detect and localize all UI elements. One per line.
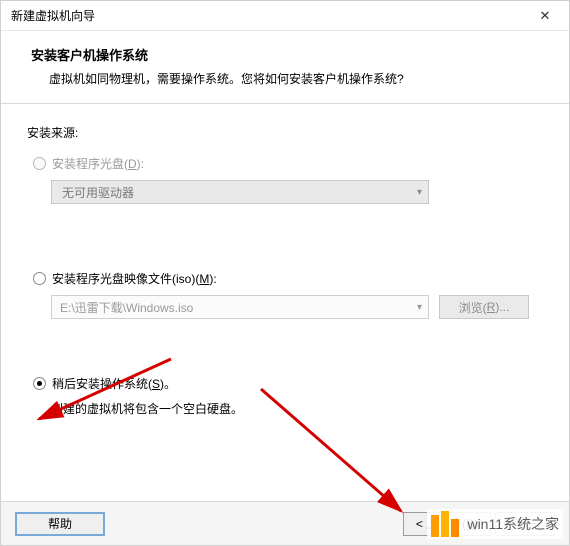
wizard-body: 安装来源: 安装程序光盘(D): 无可用驱动器 ▾ 安装程序光盘映像文件(iso… bbox=[1, 104, 569, 453]
help-button[interactable]: 帮助 bbox=[15, 512, 105, 536]
option-later: 稍后安装操作系统(S)。 创建的虚拟机将包含一个空白硬盘。 bbox=[27, 375, 543, 417]
wizard-dialog: 新建虚拟机向导 ✕ 安装客户机操作系统 虚拟机如同物理机，需要操作系统。您将如何… bbox=[0, 0, 570, 546]
radio-later[interactable]: 稍后安装操作系统(S)。 bbox=[33, 375, 543, 392]
drive-combo-text: 无可用驱动器 bbox=[62, 184, 134, 201]
window-title: 新建虚拟机向导 bbox=[11, 7, 95, 24]
option-disc: 安装程序光盘(D): 无可用驱动器 ▾ bbox=[27, 155, 543, 204]
close-icon: ✕ bbox=[540, 8, 551, 24]
page-subtitle: 虚拟机如同物理机，需要操作系统。您将如何安装客户机操作系统? bbox=[31, 70, 545, 87]
radio-disc-label: 安装程序光盘(D): bbox=[52, 155, 144, 172]
install-source-label: 安装来源: bbox=[27, 124, 543, 141]
option-iso: 安装程序光盘映像文件(iso)(M): E:\迅雷下载\Windows.iso … bbox=[27, 270, 543, 319]
radio-icon bbox=[33, 157, 46, 170]
later-hint: 创建的虚拟机将包含一个空白硬盘。 bbox=[51, 400, 543, 417]
watermark: win11系统之家 bbox=[427, 509, 563, 539]
watermark-text: win11系统之家 bbox=[467, 514, 559, 534]
titlebar: 新建虚拟机向导 ✕ bbox=[1, 1, 569, 31]
radio-later-label: 稍后安装操作系统(S)。 bbox=[52, 375, 176, 392]
radio-disc[interactable]: 安装程序光盘(D): bbox=[33, 155, 543, 172]
page-title: 安装客户机操作系统 bbox=[31, 45, 545, 64]
iso-path-row: E:\迅雷下载\Windows.iso ▾ 浏览(R)... bbox=[51, 295, 543, 319]
radio-icon bbox=[33, 377, 46, 390]
watermark-logo-icon bbox=[431, 511, 459, 537]
chevron-down-icon: ▾ bbox=[417, 187, 422, 198]
chevron-down-icon: ▾ bbox=[417, 302, 422, 313]
wizard-header: 安装客户机操作系统 虚拟机如同物理机，需要操作系统。您将如何安装客户机操作系统? bbox=[1, 31, 569, 104]
radio-iso-label: 安装程序光盘映像文件(iso)(M): bbox=[52, 270, 217, 287]
radio-icon bbox=[33, 272, 46, 285]
iso-path-value: E:\迅雷下载\Windows.iso bbox=[60, 299, 193, 316]
drive-combo[interactable]: 无可用驱动器 ▾ bbox=[51, 180, 429, 204]
radio-iso[interactable]: 安装程序光盘映像文件(iso)(M): bbox=[33, 270, 543, 287]
iso-path-input[interactable]: E:\迅雷下载\Windows.iso ▾ bbox=[51, 295, 429, 319]
browse-button[interactable]: 浏览(R)... bbox=[439, 295, 529, 319]
close-button[interactable]: ✕ bbox=[527, 4, 563, 28]
